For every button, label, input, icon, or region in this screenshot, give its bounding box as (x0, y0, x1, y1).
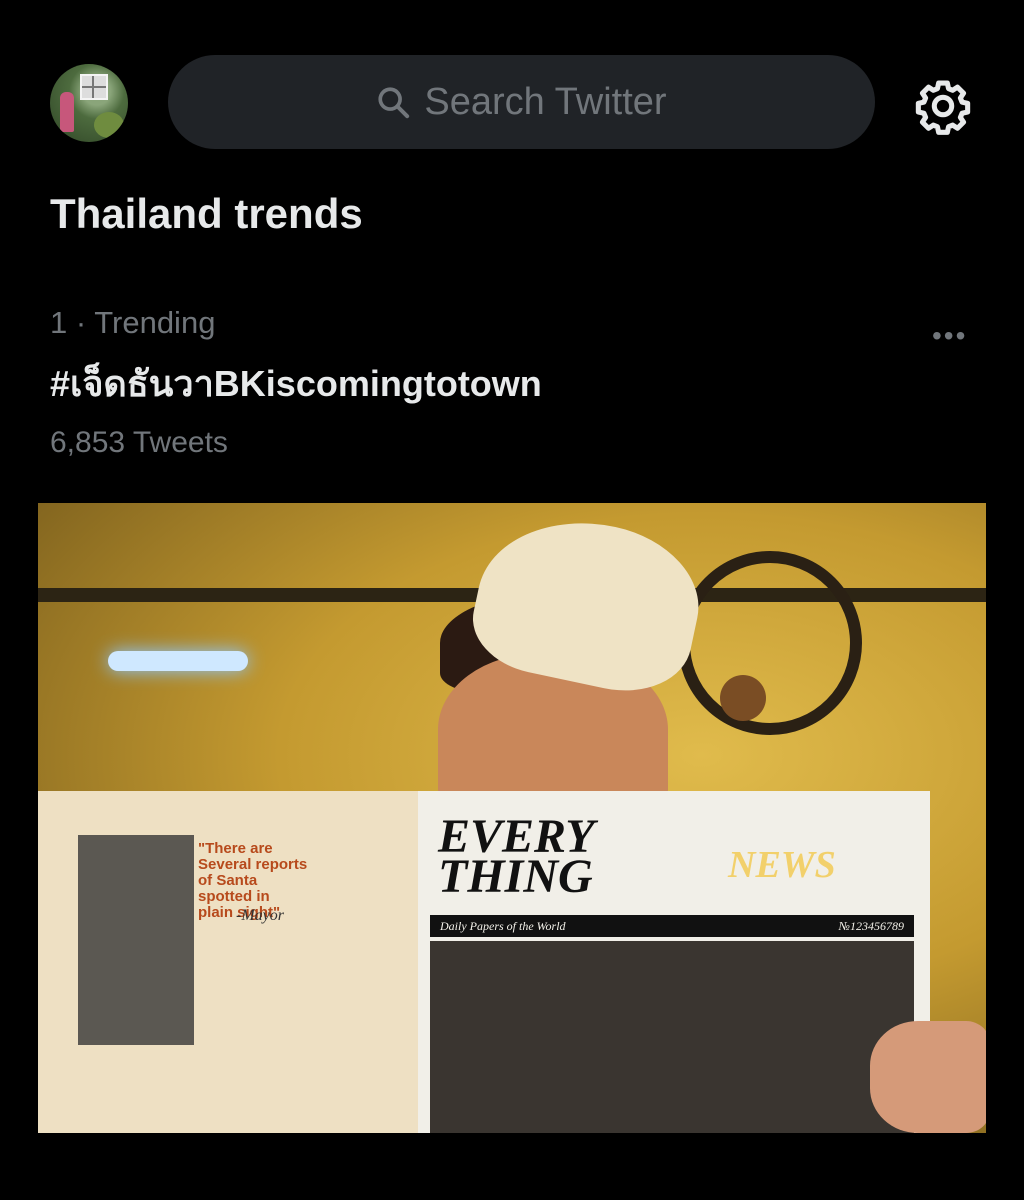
trend-tweet-count: 6,853 Tweets (50, 426, 228, 459)
trend-hashtag[interactable]: #เจ็ดธันวาBKiscomingtotown (50, 355, 974, 412)
newspaper-banner-right: №123456789 (838, 918, 904, 933)
avatar[interactable] (50, 64, 128, 142)
newspaper-left-photo (78, 835, 194, 1045)
avatar-window-graphic (80, 74, 108, 100)
media-hat-pompom (720, 675, 766, 721)
newspaper-headline: EVERY THING (438, 810, 593, 903)
newspaper-quote-author: -Mayor (236, 907, 284, 924)
more-options-icon[interactable]: ••• (932, 320, 967, 352)
newspaper-banner-left: Daily Papers of the World (440, 918, 566, 933)
media-newspaper: "There are Several reports of Santa spot… (38, 791, 930, 1133)
search-bar[interactable]: Search Twitter (168, 55, 875, 149)
newspaper-photo (430, 941, 914, 1133)
trend-item[interactable]: 1 · Trending #เจ็ดธันวาBKiscomingtotown … (50, 305, 974, 460)
media-hand (870, 1021, 986, 1133)
search-icon (378, 87, 410, 119)
section-title: Thailand trends (50, 190, 363, 237)
avatar-person-graphic (60, 92, 74, 132)
media-wheel (678, 551, 862, 735)
media-light (108, 651, 248, 671)
avatar-plant-graphic (94, 112, 124, 138)
newspaper-headline-accent: NEWS (728, 844, 836, 886)
trend-rank: 1 · Trending (50, 305, 216, 340)
search-placeholder: Search Twitter (424, 80, 667, 123)
trend-media-image[interactable]: "There are Several reports of Santa spot… (38, 503, 986, 1133)
newspaper-banner: Daily Papers of the World №123456789 (430, 915, 914, 937)
gear-icon[interactable] (914, 77, 972, 135)
